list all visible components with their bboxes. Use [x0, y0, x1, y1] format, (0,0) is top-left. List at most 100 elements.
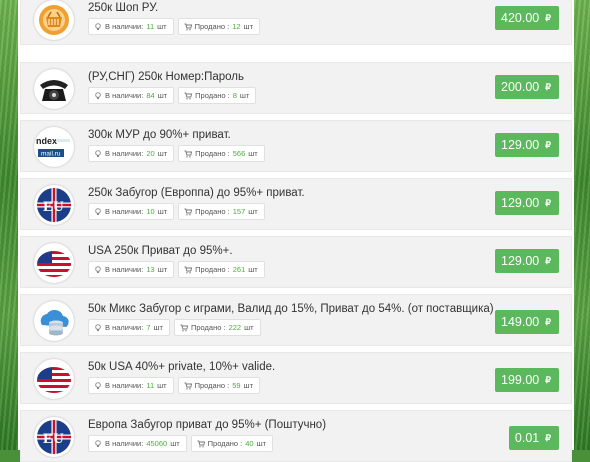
unit-label: шт	[239, 91, 250, 100]
product-row[interactable]: ndex mail.ru 300к МУР до 90%+ приват. В …	[20, 120, 572, 172]
price-value: 129.00	[501, 196, 540, 210]
price-value: 149.00	[501, 315, 540, 329]
product-title[interactable]: 250к Забугор (Европпа) до 95%+ приват.	[88, 187, 305, 199]
ruble-icon: ₽	[545, 316, 551, 327]
stock-count: 45060	[146, 439, 168, 448]
product-title[interactable]: Европа Забугор приват до 95%+ (Поштучно)	[88, 419, 326, 431]
stock-count: 10	[146, 207, 155, 216]
sold-badge: Продано : 157 шт	[178, 203, 265, 220]
price-value: 199.00	[501, 373, 540, 387]
stock-badge: В наличии: 11 шт	[88, 377, 174, 394]
stock-label: В наличии:	[105, 149, 144, 158]
sold-badge: Продано : 566 шт	[178, 145, 265, 162]
cart-icon	[197, 440, 205, 448]
stock-badge: В наличии: 20 шт	[88, 145, 175, 162]
product-row[interactable]: EU 250к Забугор (Европпа) до 95%+ приват…	[20, 178, 572, 230]
eu-flag-icon: EU	[34, 185, 74, 225]
ruble-icon: ₽	[545, 374, 551, 385]
unit-label: шт	[243, 22, 253, 31]
sold-count: 12	[232, 22, 241, 31]
product-title[interactable]: 250к Шоп РУ.	[88, 2, 158, 14]
sold-count: 157	[232, 207, 246, 216]
stock-label: В наличии:	[105, 381, 144, 390]
product-row[interactable]: USA 250к Приват до 95%+. В наличии: 13 ш…	[20, 236, 572, 288]
ruble-icon: ₽	[545, 12, 551, 23]
product-row[interactable]: 250к Шоп РУ. В наличии: 11 шт Продано : …	[20, 0, 572, 45]
product-row[interactable]: (РУ,СНГ) 250к Номер:Пароль В наличии: 84…	[20, 62, 572, 114]
product-title[interactable]: USA 250к Приват до 95%+.	[88, 245, 233, 257]
grass-background-right	[574, 0, 590, 450]
sold-label: Продано :	[195, 149, 230, 158]
stock-label: В наличии:	[105, 22, 144, 31]
sold-count: 261	[232, 265, 246, 274]
usa-flag-icon	[34, 243, 74, 283]
unit-label: шт	[243, 381, 253, 390]
cart-icon	[184, 266, 193, 274]
unit-label: шт	[170, 439, 180, 448]
stock-label: В наличии:	[105, 323, 144, 332]
stock-badge: В наличии: 7 шт	[88, 319, 170, 336]
sold-count: 40	[245, 439, 254, 448]
price-button[interactable]: 200.00 ₽	[495, 75, 559, 99]
product-title[interactable]: (РУ,СНГ) 250к Номер:Пароль	[88, 71, 244, 83]
ruble-icon: ₽	[545, 81, 551, 92]
price-button[interactable]: 129.00 ₽	[495, 191, 559, 215]
stock-label: В наличии:	[105, 265, 144, 274]
ruble-icon: ₽	[545, 432, 551, 443]
price-button[interactable]: 129.00 ₽	[495, 249, 559, 273]
cart-icon	[184, 150, 193, 158]
cart-icon	[184, 23, 192, 31]
price-button[interactable]: 0.01 ₽	[508, 426, 559, 450]
stock-count: 20	[146, 149, 155, 158]
stock-badge: В наличии: 10 шт	[88, 203, 175, 220]
basket-shop-icon	[34, 0, 74, 40]
product-row[interactable]: EU Европа Забугор приват до 95%+ (Поштуч…	[20, 410, 572, 462]
lightbulb-icon	[94, 22, 102, 31]
price-button[interactable]: 149.00 ₽	[495, 310, 559, 334]
stock-label: В наличии:	[105, 207, 144, 216]
sold-label: Продано :	[195, 91, 230, 100]
unit-label: шт	[157, 149, 168, 158]
stock-badge: В наличии: 13 шт	[88, 261, 175, 278]
sold-label: Продано :	[207, 439, 243, 448]
sold-count: 566	[232, 149, 246, 158]
eu-flag-icon: EU	[34, 417, 74, 457]
cart-icon	[184, 208, 193, 216]
product-title[interactable]: 300к МУР до 90%+ приват.	[88, 129, 231, 141]
price-button[interactable]: 420.00 ₽	[495, 6, 559, 30]
price-button[interactable]: 129.00 ₽	[495, 133, 559, 157]
cart-icon	[184, 382, 192, 390]
rotary-phone-icon	[34, 69, 74, 109]
unit-label: шт	[157, 381, 167, 390]
usa-flag-icon	[34, 359, 74, 399]
product-row[interactable]: 50к Микс Забугор с играми, Валид до 15%,…	[20, 294, 572, 346]
unit-label: шт	[248, 265, 258, 274]
sold-badge: Продано : 222 шт	[173, 319, 261, 336]
unit-label: шт	[157, 22, 167, 31]
product-title[interactable]: 50к Микс Забугор с играми, Валид до 15%,…	[88, 303, 494, 315]
product-title[interactable]: 50к USA 40%+ private, 10%+ valide.	[88, 361, 275, 373]
mailru-logo-text: mail.ru	[41, 151, 61, 158]
price-value: 420.00	[501, 11, 540, 25]
stock-count: 84	[146, 91, 155, 100]
lightbulb-icon	[94, 207, 102, 216]
sold-badge: Продано : 59 шт	[177, 377, 260, 394]
ruble-icon: ₽	[545, 139, 551, 150]
unit-label: шт	[248, 207, 258, 216]
unit-label: шт	[256, 439, 267, 448]
stock-badge: В наличии: 84 шт	[88, 87, 175, 104]
ruble-icon: ₽	[545, 197, 551, 208]
stock-badge: В наличии: 11 шт	[88, 18, 174, 35]
sold-badge: Продано : 8 шт	[178, 87, 257, 104]
sold-label: Продано :	[194, 22, 230, 31]
sold-badge: Продано : 261 шт	[178, 261, 265, 278]
cart-icon	[180, 324, 189, 332]
lightbulb-icon	[94, 265, 102, 274]
unit-label: шт	[157, 91, 168, 100]
product-row[interactable]: 50к USA 40%+ private, 10%+ valide. В нал…	[20, 352, 572, 404]
price-value: 129.00	[501, 138, 540, 152]
price-button[interactable]: 199.00 ₽	[495, 368, 559, 392]
sold-label: Продано :	[194, 381, 230, 390]
sold-badge: Продано : 12 шт	[177, 18, 260, 35]
stock-label: В наличии:	[105, 91, 144, 100]
